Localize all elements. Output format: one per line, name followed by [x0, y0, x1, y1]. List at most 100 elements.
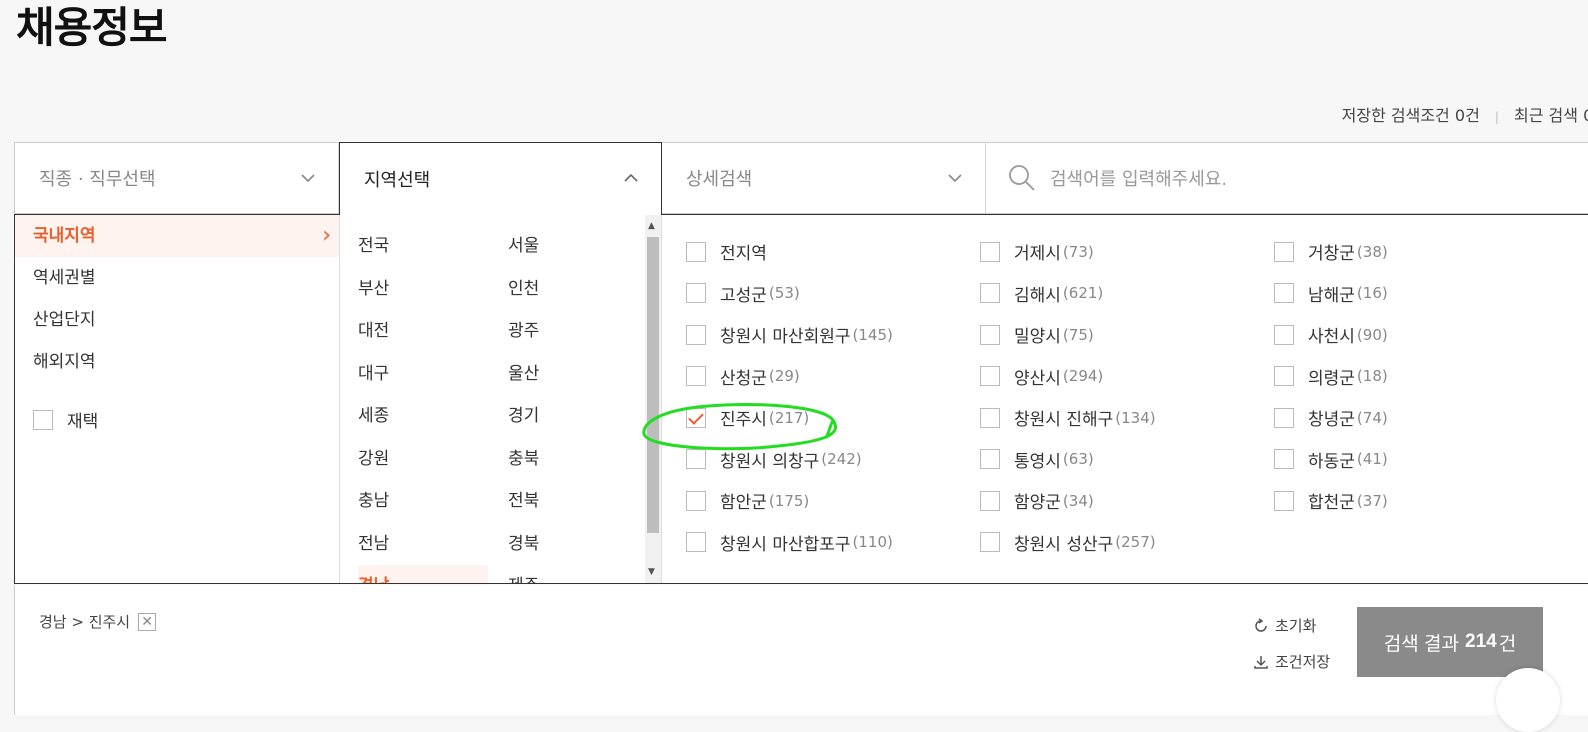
city-checkbox[interactable]: 창원시 마산회원구 (145): [686, 322, 893, 347]
checkbox-box[interactable]: [686, 324, 706, 345]
city-count: (18): [1356, 367, 1388, 385]
city-checkbox[interactable]: 창녕군 (74): [1274, 405, 1388, 430]
city-checkbox[interactable]: 의령군 (18): [1274, 364, 1388, 389]
province-item[interactable]: 강원: [358, 438, 488, 480]
city-checkbox[interactable]: 전지역: [686, 239, 769, 264]
province-item[interactable]: 울산: [508, 353, 539, 395]
chevron-right-icon: ›: [322, 223, 331, 248]
checkbox-box[interactable]: [980, 241, 1000, 262]
checkbox-box[interactable]: [686, 532, 706, 552]
province-item[interactable]: 광주: [508, 310, 539, 352]
scrollbar[interactable]: ▲ ▼: [645, 215, 661, 583]
city-checkbox[interactable]: 함양군 (34): [980, 488, 1094, 513]
city-checkbox[interactable]: 통영시 (63): [980, 447, 1094, 472]
province-item[interactable]: 대전: [358, 310, 488, 352]
city-checkbox[interactable]: 고성군 (53): [686, 281, 800, 306]
city-name: 산청군: [720, 368, 767, 389]
checkbox-box[interactable]: [980, 324, 1000, 345]
checkbox-box[interactable]: [980, 366, 1000, 386]
province-item[interactable]: 서울: [508, 225, 539, 267]
region-select[interactable]: 지역선택: [339, 142, 662, 215]
checkbox-box[interactable]: [686, 283, 706, 303]
checkbox-box[interactable]: [980, 449, 1000, 469]
city-name: 의령군: [1308, 368, 1355, 389]
city-checkbox[interactable]: 함안군 (175): [686, 488, 809, 513]
checkbox-box[interactable]: [1274, 241, 1294, 262]
province-item[interactable]: 경북: [508, 523, 539, 565]
province-item[interactable]: 부산: [358, 268, 488, 310]
detail-search-select[interactable]: 상세검색: [662, 143, 986, 213]
province-item[interactable]: 경기: [508, 395, 539, 437]
reset-button[interactable]: 초기화: [1253, 615, 1316, 636]
checkbox-box[interactable]: [1274, 449, 1294, 469]
city-checkbox[interactable]: 사천시 (90): [1274, 322, 1388, 347]
checkbox-box[interactable]: [980, 490, 1000, 511]
saved-conditions-link[interactable]: 저장한 검색조건 0건: [1342, 106, 1480, 125]
region-type-domestic[interactable]: 국내지역 ›: [15, 215, 339, 257]
city-count: (74): [1356, 408, 1388, 427]
province-item[interactable]: 전북: [508, 480, 539, 522]
city-checkbox[interactable]: 창원시 진해구 (134): [980, 405, 1156, 430]
city-name: 고성군: [720, 285, 767, 306]
checkbox-box[interactable]: [1274, 366, 1294, 386]
city-checkbox[interactable]: 김해시 (621): [980, 281, 1103, 306]
province-item[interactable]: 세종: [358, 395, 488, 437]
checkbox-box[interactable]: [980, 283, 1000, 303]
city-count: (16): [1356, 284, 1388, 302]
region-dropdown-panel: 국내지역 › 역세권별 산업단지 해외지역 재택 전국 부산 대전 대구 세종 강원 충남 전남…: [14, 214, 1588, 584]
checkbox-box[interactable]: [686, 490, 706, 511]
city-name: 함양군: [1014, 493, 1061, 513]
region-type-subway[interactable]: 역세권별: [15, 257, 339, 299]
province-item[interactable]: 인천: [508, 268, 539, 310]
city-count: (242): [821, 450, 862, 468]
province-item[interactable]: 대구: [358, 353, 488, 395]
checkbox-box[interactable]: [1274, 407, 1294, 428]
province-item[interactable]: 경남: [358, 565, 488, 583]
province-item[interactable]: 충북: [508, 438, 539, 480]
mail-floating-button[interactable]: [1496, 668, 1560, 732]
city-count: (257): [1115, 533, 1156, 551]
checkbox-box[interactable]: [686, 366, 706, 386]
city-checkbox[interactable]: 하동군 (41): [1274, 447, 1388, 472]
region-type-overseas[interactable]: 해외지역: [15, 341, 339, 383]
scroll-up-icon[interactable]: ▲: [648, 221, 655, 231]
city-checkbox[interactable]: 남해군 (16): [1274, 281, 1388, 306]
scroll-down-icon[interactable]: ▼: [648, 567, 655, 577]
close-icon[interactable]: ✕: [138, 612, 157, 631]
checkbox-box[interactable]: [686, 449, 706, 469]
province-item[interactable]: 제주: [508, 565, 539, 583]
checkbox-box[interactable]: [686, 241, 706, 262]
job-category-select[interactable]: 직종 · 직무선택: [15, 143, 339, 213]
city-name: 거창군: [1308, 244, 1355, 264]
city-count: (73): [1062, 242, 1094, 261]
city-checkbox[interactable]: 거제시 (73): [980, 239, 1094, 264]
city-count: (621): [1062, 284, 1104, 302]
checkbox-box[interactable]: [1274, 283, 1294, 303]
region-type-industrial[interactable]: 산업단지: [15, 299, 339, 341]
city-checkbox[interactable]: 창원시 마산합포구 (110): [686, 530, 893, 555]
city-checkbox[interactable]: 창원시 성산구 (257): [980, 530, 1156, 555]
scrollbar-thumb[interactable]: [647, 237, 659, 533]
province-item[interactable]: 충남: [358, 480, 488, 522]
checkbox-box[interactable]: [980, 407, 1000, 428]
city-checkbox[interactable]: 산청군 (29): [686, 364, 800, 389]
recent-search-link[interactable]: 최근 검색 0건: [1514, 106, 1588, 125]
city-checkbox[interactable]: 합천군 (37): [1274, 488, 1388, 513]
city-checkbox[interactable]: 거창군 (38): [1274, 239, 1388, 264]
checkbox-box[interactable]: [1274, 490, 1294, 511]
chevron-up-icon: [624, 173, 638, 182]
city-name: 창원시 성산구: [1014, 534, 1114, 555]
city-count: (134): [1115, 408, 1156, 427]
province-item[interactable]: 전남: [358, 523, 488, 565]
checkbox-box[interactable]: [33, 409, 53, 430]
remote-work-checkbox[interactable]: 재택: [33, 407, 98, 432]
selected-region-tag: 경남 > 진주시 ✕: [39, 611, 157, 632]
checkbox-box[interactable]: [1274, 324, 1294, 345]
province-item[interactable]: 전국: [358, 225, 488, 267]
search-result-button[interactable]: 검색 결과 214 건: [1357, 607, 1543, 677]
keyword-search-input[interactable]: 검색어를 입력해주세요.: [986, 143, 1588, 213]
checkbox-box[interactable]: [980, 532, 1000, 552]
city-checkbox[interactable]: 양산시 (294): [980, 364, 1103, 389]
save-condition-button[interactable]: 조건저장: [1253, 651, 1330, 672]
city-checkbox[interactable]: 밀양시 (75): [980, 322, 1094, 347]
